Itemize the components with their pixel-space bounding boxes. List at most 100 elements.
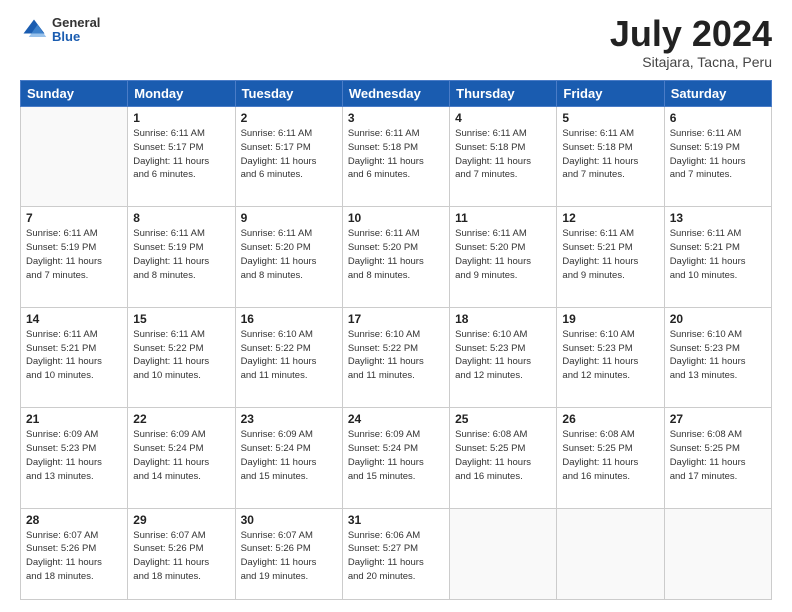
table-row: 10 Sunrise: 6:11 AMSunset: 5:20 PMDayligh… <box>342 207 449 307</box>
col-monday: Monday <box>128 81 235 107</box>
day-info: Sunrise: 6:10 AMSunset: 5:23 PMDaylight:… <box>455 328 551 383</box>
day-number: 26 <box>562 412 658 426</box>
day-info: Sunrise: 6:11 AMSunset: 5:18 PMDaylight:… <box>455 127 551 182</box>
day-info: Sunrise: 6:11 AMSunset: 5:21 PMDaylight:… <box>670 227 766 282</box>
day-info: Sunrise: 6:10 AMSunset: 5:23 PMDaylight:… <box>670 328 766 383</box>
table-row: 15Sunrise: 6:11 AMSunset: 5:22 PMDayligh… <box>128 307 235 407</box>
logo: General Blue <box>20 16 100 45</box>
calendar-location: Sitajara, Tacna, Peru <box>610 54 772 70</box>
day-number: 12 <box>562 211 658 225</box>
day-number: 27 <box>670 412 766 426</box>
day-info: Sunrise: 6:07 AMSunset: 5:26 PMDaylight:… <box>26 529 122 584</box>
table-row: 3Sunrise: 6:11 AMSunset: 5:18 PMDaylight… <box>342 107 449 207</box>
table-row: 12 Sunrise: 6:11 AMSunset: 5:21 PMDayligh… <box>557 207 664 307</box>
calendar-week-row: 1 Sunrise: 6:11 AMSunset: 5:17 PMDaylight… <box>21 107 772 207</box>
table-row: 19 Sunrise: 6:10 AMSunset: 5:23 PMDayligh… <box>557 307 664 407</box>
day-info: Sunrise: 6:07 AMSunset: 5:26 PMDaylight:… <box>241 529 337 584</box>
day-number: 18 <box>455 312 551 326</box>
table-row: 31Sunrise: 6:06 AMSunset: 5:27 PMDayligh… <box>342 508 449 599</box>
day-info: Sunrise: 6:11 AMSunset: 5:19 PMDaylight:… <box>670 127 766 182</box>
day-info: Sunrise: 6:11 AMSunset: 5:22 PMDaylight:… <box>133 328 229 383</box>
day-number: 14 <box>26 312 122 326</box>
day-info: Sunrise: 6:09 AMSunset: 5:23 PMDaylight:… <box>26 428 122 483</box>
col-sunday: Sunday <box>21 81 128 107</box>
logo-general-text: General <box>52 16 100 30</box>
day-number: 19 <box>562 312 658 326</box>
day-info: Sunrise: 6:08 AMSunset: 5:25 PMDaylight:… <box>670 428 766 483</box>
day-info: Sunrise: 6:11 AMSunset: 5:21 PMDaylight:… <box>562 227 658 282</box>
day-number: 1 <box>133 111 229 125</box>
calendar-week-row: 28Sunrise: 6:07 AMSunset: 5:26 PMDayligh… <box>21 508 772 599</box>
day-info: Sunrise: 6:11 AMSunset: 5:17 PMDaylight:… <box>133 127 229 182</box>
day-number: 5 <box>562 111 658 125</box>
col-saturday: Saturday <box>664 81 771 107</box>
day-number: 10 <box>348 211 444 225</box>
day-info: Sunrise: 6:07 AMSunset: 5:26 PMDaylight:… <box>133 529 229 584</box>
day-number: 21 <box>26 412 122 426</box>
day-number: 7 <box>26 211 122 225</box>
table-row: 28Sunrise: 6:07 AMSunset: 5:26 PMDayligh… <box>21 508 128 599</box>
day-number: 25 <box>455 412 551 426</box>
day-number: 30 <box>241 513 337 527</box>
day-number: 9 <box>241 211 337 225</box>
logo-blue-text: Blue <box>52 30 100 44</box>
table-row: 29Sunrise: 6:07 AMSunset: 5:26 PMDayligh… <box>128 508 235 599</box>
table-row: 22Sunrise: 6:09 AMSunset: 5:24 PMDayligh… <box>128 408 235 508</box>
table-row: 13 Sunrise: 6:11 AMSunset: 5:21 PMDayligh… <box>664 207 771 307</box>
day-info: Sunrise: 6:11 AMSunset: 5:20 PMDaylight:… <box>348 227 444 282</box>
day-info: Sunrise: 6:11 AMSunset: 5:19 PMDaylight:… <box>26 227 122 282</box>
logo-text: General Blue <box>52 16 100 45</box>
table-row: 5 Sunrise: 6:11 AMSunset: 5:18 PMDaylight… <box>557 107 664 207</box>
table-row: 11 Sunrise: 6:11 AMSunset: 5:20 PMDayligh… <box>450 207 557 307</box>
table-row: 21 Sunrise: 6:09 AMSunset: 5:23 PMDayligh… <box>21 408 128 508</box>
day-number: 4 <box>455 111 551 125</box>
calendar-week-row: 7 Sunrise: 6:11 AMSunset: 5:19 PMDaylight… <box>21 207 772 307</box>
table-row <box>21 107 128 207</box>
table-row: 7 Sunrise: 6:11 AMSunset: 5:19 PMDaylight… <box>21 207 128 307</box>
table-row: 27 Sunrise: 6:08 AMSunset: 5:25 PMDayligh… <box>664 408 771 508</box>
day-number: 31 <box>348 513 444 527</box>
page: General Blue July 2024 Sitajara, Tacna, … <box>0 0 792 612</box>
day-info: Sunrise: 6:10 AMSunset: 5:22 PMDaylight:… <box>348 328 444 383</box>
day-number: 6 <box>670 111 766 125</box>
table-row: 8 Sunrise: 6:11 AMSunset: 5:19 PMDaylight… <box>128 207 235 307</box>
table-row: 24 Sunrise: 6:09 AMSunset: 5:24 PMDayligh… <box>342 408 449 508</box>
day-number: 17 <box>348 312 444 326</box>
table-row: 18 Sunrise: 6:10 AMSunset: 5:23 PMDayligh… <box>450 307 557 407</box>
day-info: Sunrise: 6:10 AMSunset: 5:23 PMDaylight:… <box>562 328 658 383</box>
day-number: 24 <box>348 412 444 426</box>
table-row: 30 Sunrise: 6:07 AMSunset: 5:26 PMDayligh… <box>235 508 342 599</box>
table-row: 17 Sunrise: 6:10 AMSunset: 5:22 PMDayligh… <box>342 307 449 407</box>
day-number: 22 <box>133 412 229 426</box>
day-info: Sunrise: 6:09 AMSunset: 5:24 PMDaylight:… <box>241 428 337 483</box>
table-row <box>450 508 557 599</box>
header: General Blue July 2024 Sitajara, Tacna, … <box>20 16 772 70</box>
day-info: Sunrise: 6:09 AMSunset: 5:24 PMDaylight:… <box>348 428 444 483</box>
table-row: 9Sunrise: 6:11 AMSunset: 5:20 PMDaylight… <box>235 207 342 307</box>
day-info: Sunrise: 6:08 AMSunset: 5:25 PMDaylight:… <box>455 428 551 483</box>
day-info: Sunrise: 6:10 AMSunset: 5:22 PMDaylight:… <box>241 328 337 383</box>
day-number: 13 <box>670 211 766 225</box>
table-row: 4 Sunrise: 6:11 AMSunset: 5:18 PMDaylight… <box>450 107 557 207</box>
day-info: Sunrise: 6:11 AMSunset: 5:21 PMDaylight:… <box>26 328 122 383</box>
col-thursday: Thursday <box>450 81 557 107</box>
calendar-table: Sunday Monday Tuesday Wednesday Thursday… <box>20 80 772 600</box>
calendar-header-row: Sunday Monday Tuesday Wednesday Thursday… <box>21 81 772 107</box>
day-info: Sunrise: 6:11 AMSunset: 5:17 PMDaylight:… <box>241 127 337 182</box>
table-row: 2Sunrise: 6:11 AMSunset: 5:17 PMDaylight… <box>235 107 342 207</box>
day-info: Sunrise: 6:11 AMSunset: 5:20 PMDaylight:… <box>455 227 551 282</box>
day-number: 11 <box>455 211 551 225</box>
calendar-title: July 2024 <box>610 16 772 52</box>
title-block: July 2024 Sitajara, Tacna, Peru <box>610 16 772 70</box>
day-info: Sunrise: 6:11 AMSunset: 5:19 PMDaylight:… <box>133 227 229 282</box>
day-info: Sunrise: 6:11 AMSunset: 5:18 PMDaylight:… <box>562 127 658 182</box>
table-row <box>557 508 664 599</box>
col-tuesday: Tuesday <box>235 81 342 107</box>
table-row <box>664 508 771 599</box>
day-info: Sunrise: 6:11 AMSunset: 5:18 PMDaylight:… <box>348 127 444 182</box>
logo-icon <box>20 16 48 44</box>
day-number: 8 <box>133 211 229 225</box>
calendar-week-row: 21 Sunrise: 6:09 AMSunset: 5:23 PMDayligh… <box>21 408 772 508</box>
col-wednesday: Wednesday <box>342 81 449 107</box>
calendar-week-row: 14 Sunrise: 6:11 AMSunset: 5:21 PMDayligh… <box>21 307 772 407</box>
